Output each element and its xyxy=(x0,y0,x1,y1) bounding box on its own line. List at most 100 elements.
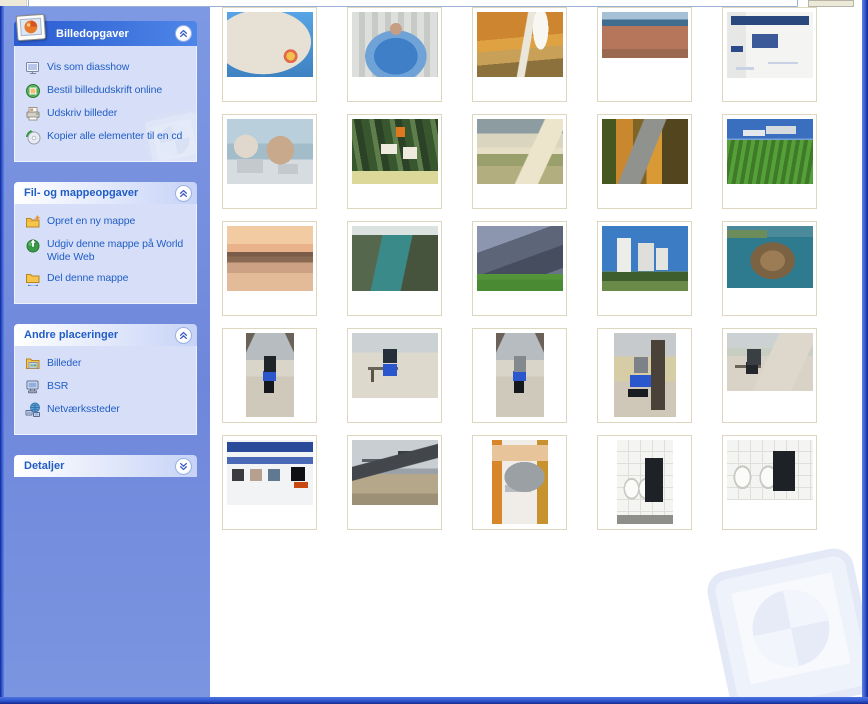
thumbnail-image xyxy=(351,333,438,398)
panel-header-picture-tasks[interactable]: Billedopgaver xyxy=(14,13,197,46)
thumbnail-green-field-rows[interactable] xyxy=(722,114,817,209)
thumbnail-man-jogging-1[interactable] xyxy=(222,328,317,423)
window-border-right xyxy=(862,0,868,704)
panel-other-places: Andre placeringer Billeder BSR Netværksste… xyxy=(14,324,197,435)
folder-view xyxy=(210,6,862,697)
thumbnail-fjord-teal-water[interactable] xyxy=(347,221,442,316)
thumbnail-image xyxy=(601,119,688,184)
thumbnail-cliff-green-meadow[interactable] xyxy=(472,221,567,316)
thumbnail-image xyxy=(226,440,313,505)
task-link-label: Netværkssteder xyxy=(47,403,120,415)
task-link-label: Vis som diasshow xyxy=(47,61,130,73)
thumbnail-image xyxy=(495,333,544,417)
task-link-label: Opret en ny mappe xyxy=(47,215,136,227)
online-print-icon xyxy=(25,83,42,99)
panel-body-picture-tasks: Vis som diasshow Bestil billedudskrift on… xyxy=(14,46,197,162)
thumbnail-white-towers-park[interactable] xyxy=(597,221,692,316)
task-link-netværkssteder[interactable]: Netværkssteder xyxy=(25,402,188,418)
thumbnail-image xyxy=(726,440,813,500)
panel-body-file-folder-tasks: Opret en ny mappe Udgiv denne mappe på Wo… xyxy=(14,204,197,304)
chevron-down-icon[interactable] xyxy=(175,457,192,475)
thumbnail-image xyxy=(245,333,294,417)
thumbnail-woman-laptop-cafe[interactable] xyxy=(472,435,567,530)
go-button-edge[interactable] xyxy=(808,0,854,7)
thumbnail-autumn-forest-road[interactable] xyxy=(597,114,692,209)
pictures-folder-icon xyxy=(25,356,42,372)
task-link-label: Kopier alle elementer til en cd xyxy=(47,130,183,142)
task-link-vis-som-diasshow[interactable]: Vis som diasshow xyxy=(25,60,188,76)
thumbnail-man-bench-path[interactable] xyxy=(722,328,817,423)
thumbnail-man-sitting-bench[interactable] xyxy=(347,328,442,423)
thumbnail-women-kitchen-laptops[interactable] xyxy=(222,114,317,209)
print-icon xyxy=(25,106,42,122)
copy-cd-icon xyxy=(25,129,42,145)
thumbnail-facebook-page[interactable] xyxy=(722,7,817,102)
thumbnail-bridge-boardwalk[interactable] xyxy=(347,435,442,530)
thumbnail-man-stretching-tree[interactable] xyxy=(597,328,692,423)
thumbnail-grid xyxy=(222,7,817,530)
panel-body-other-places: Billeder BSR Netværkssteder xyxy=(14,346,197,435)
window-border-left xyxy=(0,6,4,704)
thumbnail-image xyxy=(613,333,676,417)
thumbnail-sunset-river-reflection[interactable] xyxy=(222,221,317,316)
toolbar-fragment xyxy=(0,0,27,6)
task-link-del-denne-mappe[interactable]: Del denne mappe xyxy=(25,271,188,287)
task-link-label: Udgiv denne mappe på World Wide Web xyxy=(47,238,184,263)
thumbnail-man-urinals-phone[interactable] xyxy=(722,435,817,530)
window-border-bottom xyxy=(0,697,868,704)
thumbnail-image xyxy=(351,440,438,505)
thumbnail-island-monastery-aerial[interactable] xyxy=(722,221,817,316)
my-pictures-watermark-icon xyxy=(697,538,862,697)
panel-title: Andre placeringer xyxy=(24,329,119,341)
thumbnail-image xyxy=(616,440,673,524)
thumbnail-image xyxy=(601,226,688,291)
panel-picture-tasks: Billedopgaver Vis som diasshow Bestil bil… xyxy=(14,13,197,162)
task-pane: Billedopgaver Vis som diasshow Bestil bil… xyxy=(4,6,210,697)
task-link-label: Bestil billedudskrift online xyxy=(47,84,163,96)
thumbnail-image xyxy=(226,12,313,77)
thumbnail-image xyxy=(726,119,813,184)
task-link-udgiv-denne-mappe-på-world-wide-web[interactable]: Udgiv denne mappe på World Wide Web xyxy=(25,237,188,264)
thumbnail-image xyxy=(726,226,813,288)
chevron-up-icon[interactable] xyxy=(175,326,192,344)
thumbnail-man-striped-polo[interactable] xyxy=(347,7,442,102)
task-link-opret-en-ny-mappe[interactable]: Opret en ny mappe xyxy=(25,214,188,230)
task-link-billeder[interactable]: Billeder xyxy=(25,356,188,372)
thumbnail-image xyxy=(351,226,438,291)
panel-header-other-places[interactable]: Andre placeringer xyxy=(14,324,197,346)
publish-web-icon xyxy=(25,237,42,253)
panel-header-file-folder-tasks[interactable]: Fil- og mappeopgaver xyxy=(14,182,197,204)
panel-title: Detaljer xyxy=(24,460,65,472)
thumbnail-image xyxy=(491,440,548,524)
thumbnail-protest-crowd-signs[interactable] xyxy=(347,114,442,209)
thumbnail-image xyxy=(476,12,563,77)
thumbnail-image xyxy=(726,333,813,391)
chevron-up-icon[interactable] xyxy=(175,25,192,42)
computer-icon xyxy=(25,379,42,395)
slideshow-icon xyxy=(25,60,42,76)
panel-header-details[interactable]: Detaljer xyxy=(14,455,197,477)
chevron-up-icon[interactable] xyxy=(175,184,192,202)
thumbnail-cartoon-frame-man-at-desk[interactable] xyxy=(222,7,317,102)
thumbnail-city-aerial-view[interactable] xyxy=(597,7,692,102)
task-link-label: Billeder xyxy=(47,357,82,369)
thumbnail-man-at-urinal[interactable] xyxy=(597,435,692,530)
task-link-udskriv-billeder[interactable]: Udskriv billeder xyxy=(25,106,188,122)
thumbnail-autumn-church-fence[interactable] xyxy=(472,7,567,102)
task-link-bsr[interactable]: BSR xyxy=(25,379,188,395)
network-icon xyxy=(25,402,42,418)
task-link-label: BSR xyxy=(47,380,69,392)
thumbnail-image xyxy=(601,12,688,58)
task-link-bestil-billedudskrift-online[interactable]: Bestil billedudskrift online xyxy=(25,83,188,99)
toolbar-bottom-edge xyxy=(0,0,862,7)
thumbnail-image xyxy=(351,12,438,77)
address-bar-edge[interactable] xyxy=(28,0,798,7)
panel-details: Detaljer xyxy=(14,455,197,477)
my-pictures-icon xyxy=(15,13,48,42)
thumbnail-field-path-wind-turbines[interactable] xyxy=(472,114,567,209)
task-link-kopier-alle-elementer-til-en-cd[interactable]: Kopier alle elementer til en cd xyxy=(25,129,188,145)
thumbnail-myspace-page[interactable] xyxy=(222,435,317,530)
share-folder-icon xyxy=(25,271,42,287)
thumbnail-image xyxy=(476,119,563,184)
thumbnail-man-jogging-2[interactable] xyxy=(472,328,567,423)
